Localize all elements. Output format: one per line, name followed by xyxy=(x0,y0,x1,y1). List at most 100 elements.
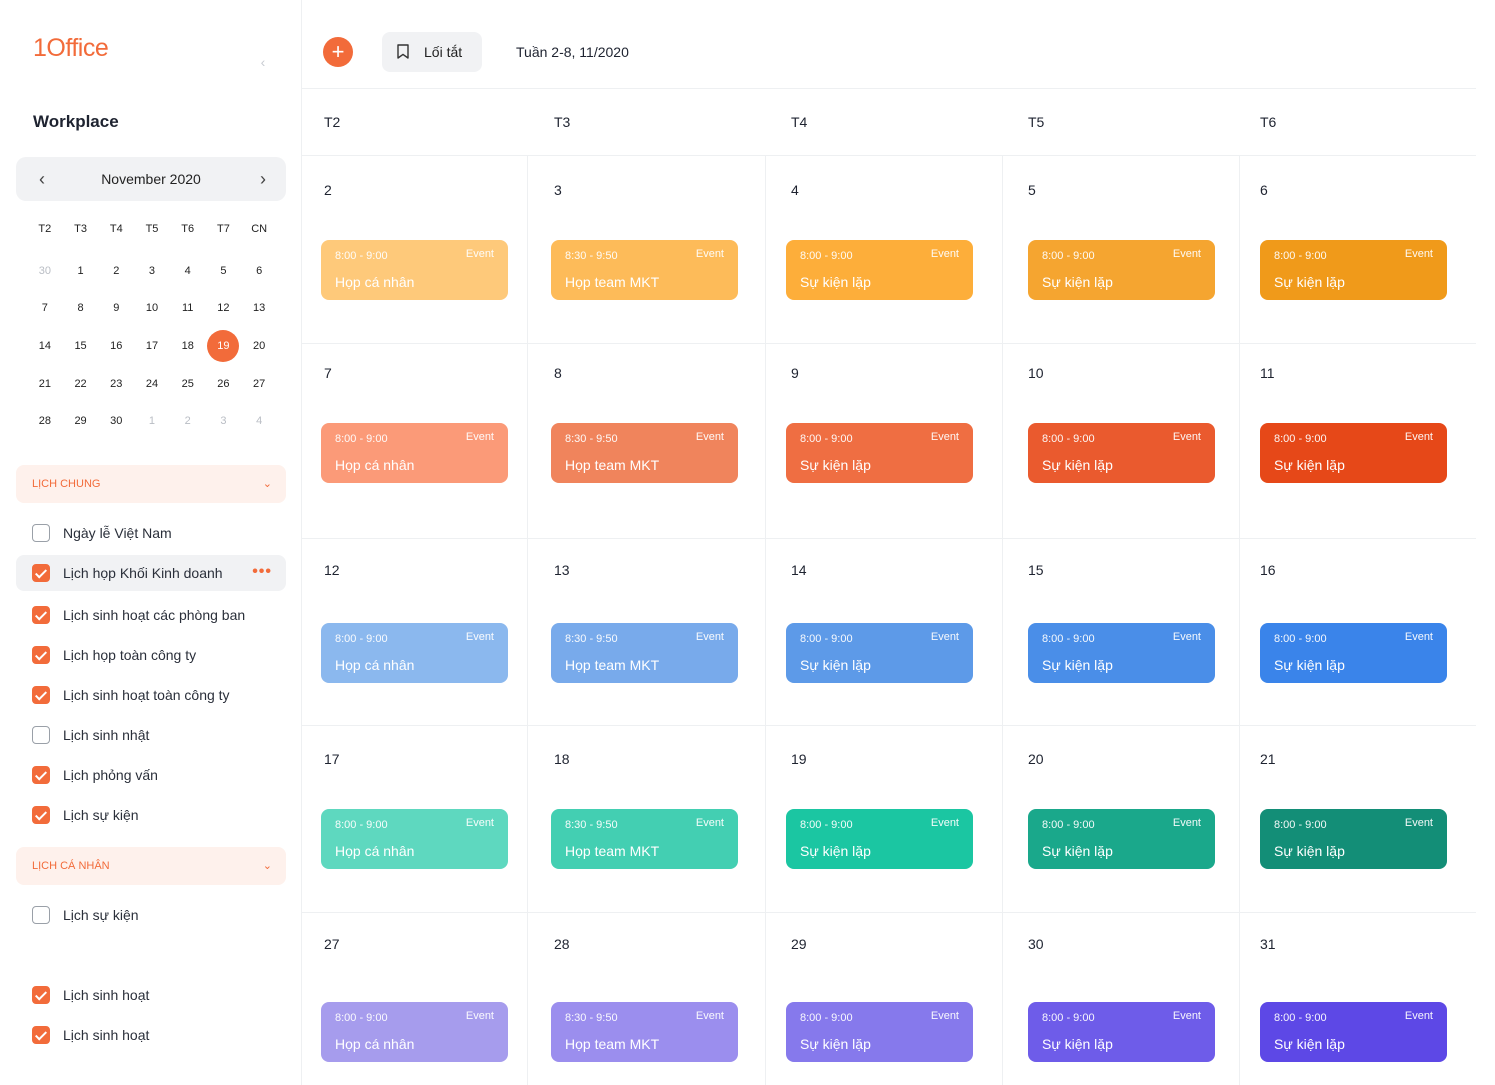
calendar-checkbox[interactable] xyxy=(32,986,50,1004)
day-number: 15 xyxy=(1028,562,1044,578)
mini-day[interactable]: 10 xyxy=(134,290,170,328)
event-card[interactable]: 8:30 - 9:50 Event Họp team MKT xyxy=(551,809,738,869)
event-card[interactable]: 8:00 - 9:00 Event Sự kiện lặp xyxy=(1028,809,1215,869)
event-card[interactable]: 8:00 - 9:00 Event Sự kiện lặp xyxy=(786,1002,973,1062)
calendar-list-item[interactable]: Lịch sinh hoạt xyxy=(16,977,286,1013)
event-tag: Event xyxy=(465,431,494,443)
mini-day[interactable]: 8 xyxy=(63,290,99,328)
event-card[interactable]: 8:00 - 9:00 Event Sự kiện lặp xyxy=(786,240,973,300)
calendar-list-item[interactable]: Lịch phỏng vấn xyxy=(16,757,286,793)
mini-day[interactable]: 17 xyxy=(134,327,170,365)
calendar-checkbox[interactable] xyxy=(32,1026,50,1044)
calendar-checkbox[interactable] xyxy=(32,806,50,824)
event-card[interactable]: 8:00 - 9:00 Event Họp cá nhân xyxy=(321,809,508,869)
calendar-list-item[interactable]: Lịch sinh nhật xyxy=(16,717,286,753)
add-event-button[interactable]: + xyxy=(323,37,353,67)
calendar-checkbox[interactable] xyxy=(32,686,50,704)
mini-day[interactable]: 11 xyxy=(170,290,206,328)
calendar-list-item[interactable]: Lịch họp Khối Kinh doanh ••• xyxy=(16,555,286,591)
mini-day[interactable]: 30 xyxy=(98,402,134,440)
mini-day[interactable]: 3 xyxy=(134,252,170,290)
event-card[interactable]: 8:00 - 9:00 Event Sự kiện lặp xyxy=(1260,1002,1447,1062)
event-card[interactable]: 8:30 - 9:50 Event Họp team MKT xyxy=(551,623,738,683)
calendar-checkbox[interactable] xyxy=(32,766,50,784)
mini-day[interactable]: 25 xyxy=(170,365,206,403)
more-options-icon[interactable]: ••• xyxy=(252,555,272,589)
day-number: 10 xyxy=(1028,365,1044,381)
mini-day[interactable]: 12 xyxy=(206,290,242,328)
mini-day[interactable]: 13 xyxy=(241,290,277,328)
mini-day[interactable]: 2 xyxy=(98,252,134,290)
mini-day[interactable]: 9 xyxy=(98,290,134,328)
mini-day-selected[interactable]: 19 xyxy=(206,327,242,365)
event-card[interactable]: 8:00 - 9:00 Event Họp cá nhân xyxy=(321,623,508,683)
event-card[interactable]: 8:00 - 9:00 Event Sự kiện lặp xyxy=(1260,423,1447,483)
calendar-list-item[interactable]: Lịch sự kiện xyxy=(16,797,286,833)
mini-day[interactable]: 14 xyxy=(27,327,63,365)
shortcut-button[interactable]: Lối tắt xyxy=(382,32,482,72)
mini-day[interactable]: 1 xyxy=(134,402,170,440)
event-card[interactable]: 8:30 - 9:50 Event Họp team MKT xyxy=(551,1002,738,1062)
event-card[interactable]: 8:30 - 9:50 Event Họp team MKT xyxy=(551,240,738,300)
calendar-list-item[interactable]: Ngày lễ Việt Nam xyxy=(16,515,286,551)
mini-day[interactable]: 5 xyxy=(206,252,242,290)
event-card[interactable]: 8:30 - 9:50 Event Họp team MKT xyxy=(551,423,738,483)
mini-day[interactable]: 15 xyxy=(63,327,99,365)
event-card[interactable]: 8:00 - 9:00 Event Sự kiện lặp xyxy=(786,623,973,683)
calendar-list-item[interactable]: Lịch sinh hoạt toàn công ty xyxy=(16,677,286,713)
app-logo[interactable]: 1Office xyxy=(33,34,109,63)
mini-day[interactable]: 23 xyxy=(98,365,134,403)
event-card[interactable]: 8:00 - 9:00 Event Sự kiện lặp xyxy=(1260,809,1447,869)
calendar-list-item[interactable]: Lịch họp toàn công ty xyxy=(16,637,286,673)
section-header-lich-chung[interactable]: LỊCH CHUNG ⌄ xyxy=(16,465,286,503)
event-card[interactable]: 8:00 - 9:00 Event Họp cá nhân xyxy=(321,423,508,483)
calendar-checkbox[interactable] xyxy=(32,726,50,744)
calendar-checkbox[interactable] xyxy=(32,906,50,924)
next-month-chevron-icon[interactable]: › xyxy=(245,157,281,201)
event-card[interactable]: 8:00 - 9:00 Event Sự kiện lặp xyxy=(1028,240,1215,300)
mini-day[interactable]: 3 xyxy=(206,402,242,440)
chevron-left-icon[interactable]: ‹ xyxy=(256,52,270,72)
mini-day[interactable]: 24 xyxy=(134,365,170,403)
mini-day[interactable]: 4 xyxy=(170,252,206,290)
event-card[interactable]: 8:00 - 9:00 Event Sự kiện lặp xyxy=(786,809,973,869)
event-card[interactable]: 8:00 - 9:00 Event Họp cá nhân xyxy=(321,240,508,300)
section-header-lich-ca-nhan[interactable]: LỊCH CÁ NHÂN ⌄ xyxy=(16,847,286,885)
calendar-list-item[interactable]: Lịch sự kiện xyxy=(16,897,286,933)
calendar-list-item[interactable]: Lịch sinh hoạt xyxy=(16,1017,286,1053)
event-card[interactable]: 8:00 - 9:00 Event Sự kiện lặp xyxy=(1260,240,1447,300)
mini-day[interactable]: 16 xyxy=(98,327,134,365)
mini-day[interactable]: 26 xyxy=(206,365,242,403)
mini-day[interactable]: 4 xyxy=(241,402,277,440)
event-card[interactable]: 8:00 - 9:00 Event Sự kiện lặp xyxy=(1260,623,1447,683)
mini-day[interactable]: 20 xyxy=(241,327,277,365)
event-card[interactable]: 8:00 - 9:00 Event Sự kiện lặp xyxy=(1028,1002,1215,1062)
event-tag: Event xyxy=(1172,431,1201,443)
event-title: Họp cá nhân xyxy=(335,843,415,859)
event-card[interactable]: 8:00 - 9:00 Event Họp cá nhân xyxy=(321,1002,508,1062)
mini-day[interactable]: 29 xyxy=(63,402,99,440)
calendar-checkbox[interactable] xyxy=(32,606,50,624)
mini-day[interactable]: 27 xyxy=(241,365,277,403)
calendar-checkbox[interactable] xyxy=(32,524,50,542)
mini-day[interactable]: 21 xyxy=(27,365,63,403)
mini-day[interactable]: 22 xyxy=(63,365,99,403)
event-card[interactable]: 8:00 - 9:00 Event Sự kiện lặp xyxy=(786,423,973,483)
mini-day[interactable]: 6 xyxy=(241,252,277,290)
calendar-list-item[interactable]: Lịch sinh hoạt các phòng ban xyxy=(16,597,286,633)
mini-day[interactable]: 1 xyxy=(63,252,99,290)
mini-day[interactable]: 7 xyxy=(27,290,63,328)
chevron-down-icon[interactable]: ⌄ xyxy=(263,465,272,503)
event-time: 8:30 - 9:50 xyxy=(565,819,618,831)
mini-day[interactable]: 30 xyxy=(27,252,63,290)
event-card[interactable]: 8:00 - 9:00 Event Sự kiện lặp xyxy=(1028,423,1215,483)
chevron-down-icon[interactable]: ⌄ xyxy=(263,847,272,885)
calendar-checkbox[interactable] xyxy=(32,564,50,582)
day-number: 29 xyxy=(791,936,807,952)
event-card[interactable]: 8:00 - 9:00 Event Sự kiện lặp xyxy=(1028,623,1215,683)
calendar-name: Lịch phỏng vấn xyxy=(63,767,158,783)
mini-day[interactable]: 2 xyxy=(170,402,206,440)
mini-day[interactable]: 28 xyxy=(27,402,63,440)
calendar-checkbox[interactable] xyxy=(32,646,50,664)
mini-day[interactable]: 18 xyxy=(170,327,206,365)
